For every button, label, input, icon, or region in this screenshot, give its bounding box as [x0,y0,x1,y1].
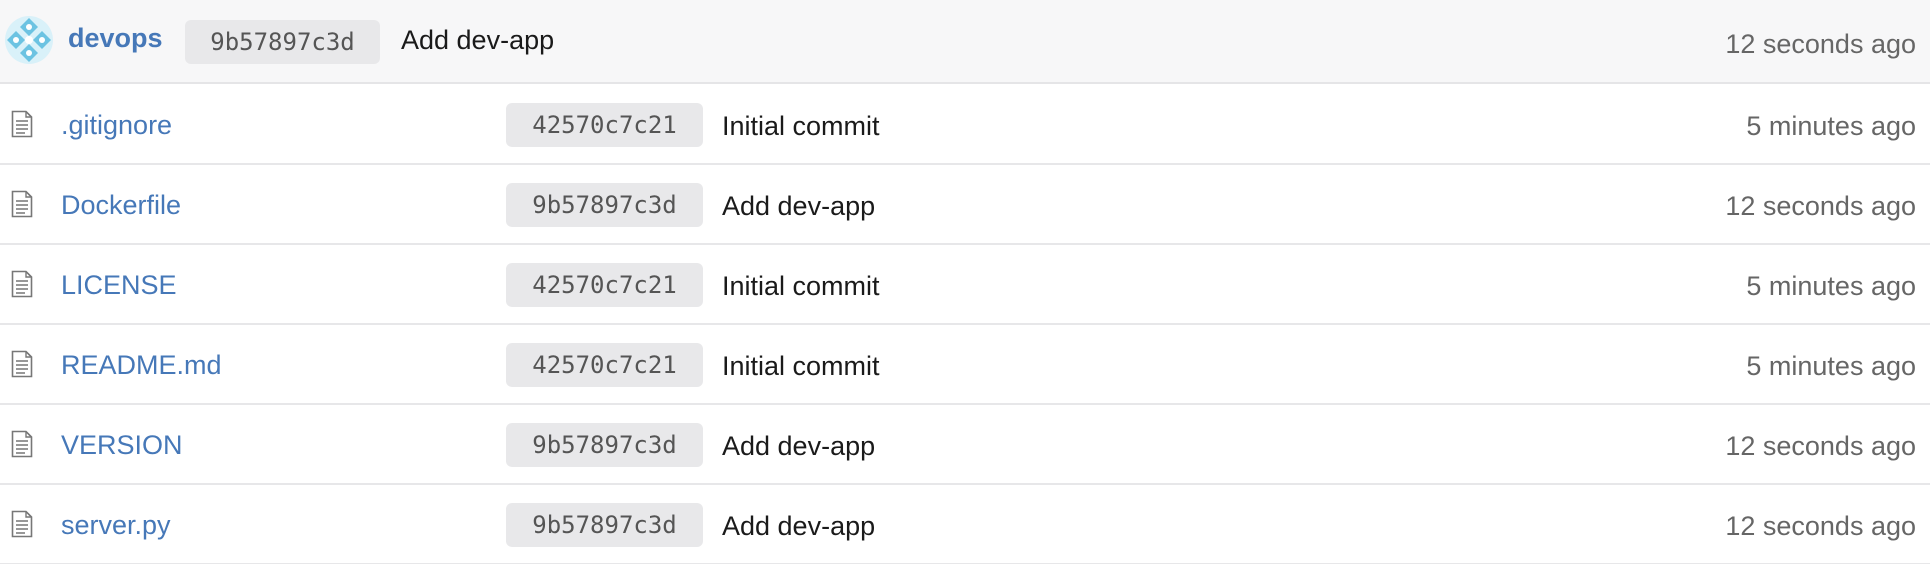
file-icon [11,510,33,538]
file-commit-sha[interactable]: 42570c7c21 [506,263,703,307]
file-commit-sha[interactable]: 42570c7c21 [506,103,703,147]
repo-file-list: devops 9b57897c3d Add dev-app 12 seconds… [0,0,1930,564]
file-commit-message[interactable]: Add dev-app [722,431,875,462]
file-commit-sha[interactable]: 9b57897c3d [506,183,703,227]
file-commit-time: 12 seconds ago [1725,511,1916,541]
file-commit-time: 5 minutes ago [1746,351,1916,381]
file-table: .gitignore 42570c7c21 Initial commit 5 m… [0,85,1930,564]
file-commit-sha[interactable]: 9b57897c3d [506,423,703,467]
file-commit-message[interactable]: Add dev-app [722,511,875,542]
commit-author-link[interactable]: devops [68,23,163,54]
table-row: .gitignore 42570c7c21 Initial commit 5 m… [0,85,1930,165]
table-row: server.py 9b57897c3d Add dev-app 12 seco… [0,485,1930,564]
file-name-link[interactable]: VERSION [61,430,183,461]
avatar[interactable] [4,15,54,65]
latest-commit-sha[interactable]: 9b57897c3d [185,20,380,64]
file-name-link[interactable]: server.py [61,510,171,541]
latest-commit-time: 12 seconds ago [1725,29,1916,59]
table-row: Dockerfile 9b57897c3d Add dev-app 12 sec… [0,165,1930,245]
file-icon [11,430,33,458]
table-row: README.md 42570c7c21 Initial commit 5 mi… [0,325,1930,405]
latest-commit-message[interactable]: Add dev-app [401,25,554,56]
file-name-link[interactable]: .gitignore [61,110,172,141]
table-row: VERSION 9b57897c3d Add dev-app 12 second… [0,405,1930,485]
file-name-link[interactable]: Dockerfile [61,190,181,221]
file-name-link[interactable]: LICENSE [61,270,177,301]
file-commit-time: 12 seconds ago [1725,191,1916,221]
file-commit-message[interactable]: Add dev-app [722,191,875,222]
file-commit-message[interactable]: Initial commit [722,271,880,302]
file-icon [11,190,33,218]
file-commit-sha[interactable]: 42570c7c21 [506,343,703,387]
latest-commit-bar: devops 9b57897c3d Add dev-app 12 seconds… [0,0,1930,84]
file-icon [11,110,33,138]
file-icon [11,350,33,378]
file-commit-time: 5 minutes ago [1746,271,1916,301]
table-row: LICENSE 42570c7c21 Initial commit 5 minu… [0,245,1930,325]
file-commit-sha[interactable]: 9b57897c3d [506,503,703,547]
file-commit-time: 12 seconds ago [1725,431,1916,461]
file-commit-message[interactable]: Initial commit [722,351,880,382]
file-icon [11,270,33,298]
file-commit-time: 5 minutes ago [1746,111,1916,141]
file-name-link[interactable]: README.md [61,350,222,381]
file-commit-message[interactable]: Initial commit [722,111,880,142]
